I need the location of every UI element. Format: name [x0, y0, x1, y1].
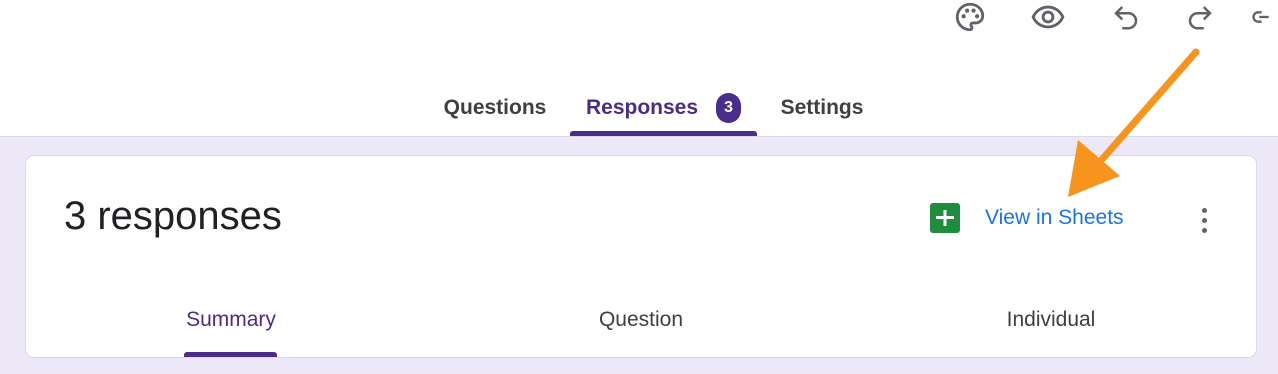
view-in-sheets-link[interactable]: View in Sheets [985, 206, 1124, 230]
subtab-summary[interactable]: Summary [156, 304, 306, 336]
subtab-question-label: Question [598, 308, 684, 331]
responses-count-badge: 3 [716, 93, 742, 123]
tab-questions[interactable]: Questions [430, 80, 560, 136]
redo-icon[interactable] [1180, 0, 1220, 34]
tab-settings[interactable]: Settings [768, 80, 876, 136]
forms-response-page: Questions Responses 3 Settings 3 respons… [0, 0, 1278, 374]
eye-icon[interactable] [1028, 0, 1068, 34]
undo-icon[interactable] [1106, 0, 1146, 34]
tab-settings-label: Settings [780, 96, 864, 119]
subtab-individual-label: Individual [1006, 308, 1096, 331]
link-icon[interactable] [1250, 0, 1278, 34]
subtab-question[interactable]: Question [566, 304, 716, 336]
subtab-summary-label: Summary [186, 308, 276, 331]
more-options-icon[interactable] [1189, 202, 1219, 238]
responses-count-title: 3 responses [64, 194, 282, 238]
responses-card: 3 responses View in Sheets Summary Quest… [25, 155, 1257, 358]
sheets-icon[interactable] [930, 203, 960, 233]
tab-questions-label: Questions [443, 96, 547, 119]
tab-responses-label: Responses [585, 96, 699, 119]
palette-icon[interactable] [950, 0, 990, 34]
active-subtab-indicator [184, 352, 277, 357]
top-tabs: Questions Responses 3 Settings [0, 80, 1278, 136]
subtab-individual[interactable]: Individual [976, 304, 1126, 336]
tab-responses[interactable]: Responses 3 [570, 80, 757, 136]
